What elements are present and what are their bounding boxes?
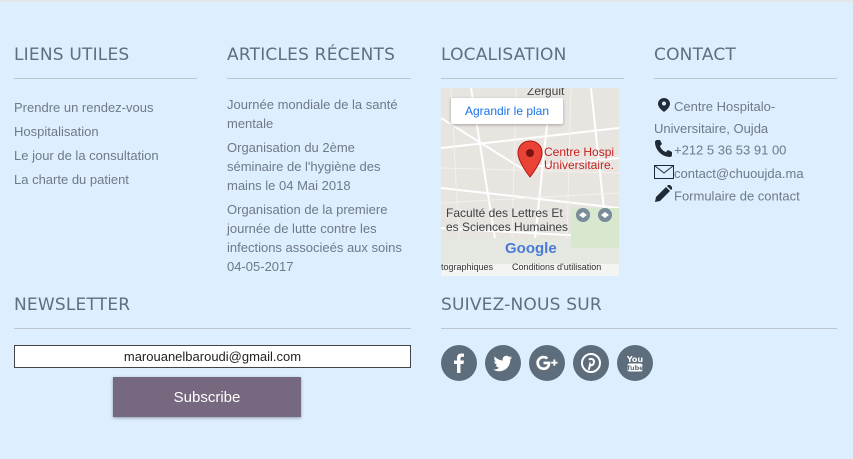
useful-links-section: LIENS UTILES Prendre un rendez-vous Hosp… [14, 45, 197, 192]
twitter-icon[interactable] [485, 345, 521, 381]
link-appointment[interactable]: Prendre un rendez-vous [14, 96, 197, 120]
article-link[interactable]: Journée mondiale de la santé mentale [227, 95, 411, 133]
contact-heading: CONTACT [654, 45, 737, 65]
google-logo: Google [505, 240, 557, 257]
subscribe-button[interactable]: Subscribe [113, 377, 301, 417]
map-place-label: Zerguit [527, 88, 565, 98]
contact-form-link[interactable]: Formulaire de contact [654, 184, 837, 209]
section-divider [441, 78, 624, 79]
google-plus-icon[interactable] [529, 345, 565, 381]
school-icons [576, 208, 612, 222]
link-consultation-day[interactable]: Le jour de la consultation [14, 144, 197, 168]
newsletter-heading: NEWSLETTER [14, 295, 131, 315]
svg-text:You: You [626, 355, 644, 364]
section-divider [14, 328, 411, 329]
section-divider [441, 328, 837, 329]
contact-address: Centre Hospitalo-Universitaire, Oujda [654, 96, 837, 139]
map-marker-label: Centre Hospi Universitaire. [544, 146, 614, 172]
embedded-map[interactable]: Zerguit Agrandir le plan Centre Hospi Un… [441, 88, 619, 276]
phone-icon [654, 139, 674, 163]
top-divider [0, 0, 853, 2]
link-patient-charter[interactable]: La charte du patient [14, 168, 197, 192]
svg-text:Tube: Tube [626, 364, 644, 372]
facebook-icon[interactable] [441, 345, 477, 381]
map-pin-icon[interactable] [517, 140, 543, 178]
contact-phone[interactable]: +212 5 36 53 91 00 [654, 139, 837, 163]
youtube-icon[interactable]: You Tube [617, 345, 653, 381]
enlarge-map-button[interactable]: Agrandir le plan [451, 98, 563, 124]
useful-links-heading: LIENS UTILES [14, 45, 130, 65]
map-marker-icon [654, 97, 674, 118]
pencil-icon [654, 184, 674, 209]
contact-email[interactable]: contact@chuoujda.ma [654, 163, 837, 185]
contact-form-text[interactable]: Formulaire de contact [674, 189, 800, 204]
pinterest-icon[interactable] [573, 345, 609, 381]
section-divider [14, 78, 197, 79]
map-faculty-label: Faculté des Lettres Et es Sciences Humai… [446, 206, 568, 234]
section-divider [227, 78, 411, 79]
location-heading: LOCALISATION [441, 45, 567, 65]
newsletter-email-input[interactable] [14, 345, 411, 368]
newsletter-section: NEWSLETTER Subscribe [14, 295, 411, 425]
recent-articles-section: ARTICLES RÉCENTS Journée mondiale de la … [227, 45, 411, 281]
map-terms-link[interactable]: Conditions d'utilisation [512, 262, 601, 272]
section-divider [654, 78, 837, 79]
contact-section: CONTACT Centre Hospitalo-Universitaire, … [654, 45, 837, 209]
article-link[interactable]: Organisation du 2ème séminaire de l'hygi… [227, 138, 411, 195]
follow-us-section: SUIVEZ-NOUS SUR You Tube [441, 295, 837, 395]
follow-us-heading: SUIVEZ-NOUS SUR [441, 295, 602, 315]
location-section: LOCALISATION Zerguit Agrandir le plan Ce… [441, 45, 624, 285]
recent-articles-heading: ARTICLES RÉCENTS [227, 45, 396, 65]
map-marker-line: Universitaire. [544, 158, 615, 172]
contact-email-text[interactable]: contact@chuoujda.ma [674, 166, 804, 181]
map-attribution: tographiques [441, 262, 494, 272]
map-faculty-line: es Sciences Humaines [446, 220, 569, 234]
contact-phone-text[interactable]: +212 5 36 53 91 00 [674, 143, 786, 158]
envelope-icon [654, 164, 674, 185]
link-hospitalisation[interactable]: Hospitalisation [14, 120, 197, 144]
map-faculty-line: Faculté des Lettres Et [446, 206, 563, 220]
article-link[interactable]: Organisation de la premiere journée de l… [227, 200, 411, 276]
